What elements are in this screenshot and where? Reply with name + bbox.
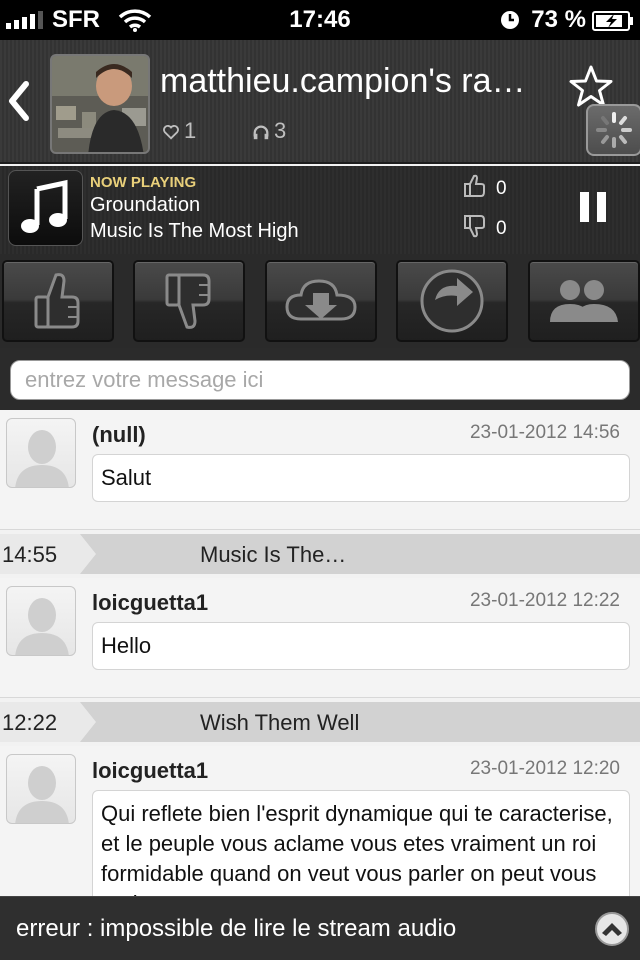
user-avatar[interactable] [6,754,76,824]
now-playing-label: NOW PLAYING [90,174,197,191]
spinner-icon [596,112,632,148]
message-username: loicguetta1 [92,590,209,615]
message-text: Hello [92,622,630,670]
listeners-stat: 3 [252,118,286,144]
thumbs-down-icon [165,273,211,329]
user-avatar[interactable] [6,586,76,656]
share-button[interactable] [396,260,508,342]
cloud-download-icon [285,279,357,321]
message-username: loicguetta1 [92,758,209,783]
back-chevron-icon[interactable] [4,76,34,126]
thumbs-up-icon [34,273,80,329]
action-toolbar [0,254,640,354]
message-text: Qui reflete bien l'esprit dynamique qui … [92,790,630,896]
now-playing-artist: Groundation [90,194,201,216]
loading-spinner [586,104,640,156]
now-playing-track: Music Is The Most High [90,220,299,242]
alarm-clock-icon [501,11,519,29]
radio-owner-avatar[interactable] [50,54,150,154]
user-avatar[interactable] [6,418,76,488]
thumbs-down-small-icon [464,215,485,238]
separator-time: 12:22 [2,710,58,735]
separator-track-title: Music Is The… [200,542,347,567]
track-separator: 12:22 Wish Them Well [0,698,640,746]
owner-photo-icon [52,56,148,152]
message-text: Salut [92,454,630,502]
download-button[interactable] [265,260,377,342]
battery-percentage: 73 % [531,6,586,33]
default-avatar-icon [15,598,69,655]
likes-count: 1 [184,118,197,143]
message-date: 23-01-2012 12:22 [469,590,620,611]
message-date: 23-01-2012 14:56 [469,422,620,443]
now-playing-bar: NOW PLAYING Groundation Music Is The Mos… [0,166,640,254]
listeners-button[interactable] [528,260,640,342]
error-bar: erreur : impossible de lire le stream au… [0,896,640,960]
dislike-track-button[interactable] [133,260,245,342]
heart-icon [163,125,179,140]
status-bar: SFR 17:46 73 % [0,0,640,40]
share-arrow-icon [420,269,484,333]
message-feed[interactable]: (null) 23-01-2012 14:56 Salut 14:55 Musi… [0,410,640,896]
default-avatar-icon [15,766,69,823]
votes-down: 0 [464,214,507,240]
listeners-count: 3 [274,118,287,143]
music-note-icon [21,179,68,233]
votes-up: 0 [464,174,507,200]
battery-icon [592,11,633,31]
separator-time: 14:55 [2,542,58,567]
like-track-button[interactable] [2,260,114,342]
separator-track-title: Wish Them Well [200,710,360,735]
users-icon [550,280,618,322]
votes-down-count: 0 [496,218,507,239]
chat-message: loicguetta1 23-01-2012 12:22 Hello [0,578,640,698]
message-input[interactable] [10,360,630,400]
votes-up-count: 0 [496,178,507,199]
chevron-up-icon[interactable] [594,911,630,947]
default-avatar-icon [15,430,69,487]
chat-message: loicguetta1 23-01-2012 12:20 Qui reflete… [0,746,640,896]
pause-icon[interactable] [578,190,608,224]
thumbs-up-small-icon [464,174,485,197]
message-date: 23-01-2012 12:20 [469,758,620,779]
chat-message: (null) 23-01-2012 14:56 Salut [0,410,640,530]
track-separator: 14:55 Music Is The… [0,530,640,578]
message-username: (null) [92,422,146,447]
message-composer [0,348,640,410]
headphones-icon [253,125,269,140]
likes-stat: 1 [162,118,196,144]
radio-header: matthieu.campion's ra… 1 3 [0,40,640,164]
radio-title: matthieu.campion's ra… [160,62,526,100]
now-playing-artwork [8,170,83,246]
error-message: erreur : impossible de lire le stream au… [16,915,457,942]
